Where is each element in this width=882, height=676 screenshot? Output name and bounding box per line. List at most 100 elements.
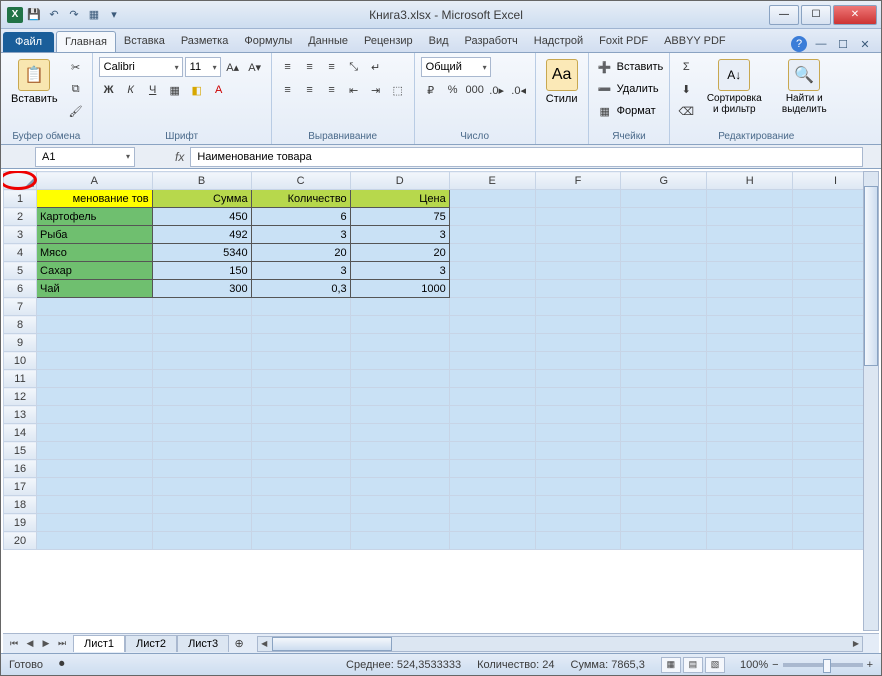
border-icon[interactable]: ▦ — [165, 80, 185, 100]
horizontal-scrollbar[interactable] — [257, 636, 863, 652]
cell-C17[interactable] — [251, 478, 350, 496]
col-header-H[interactable]: H — [707, 172, 793, 190]
select-all-corner[interactable] — [4, 172, 37, 190]
cell-C19[interactable] — [251, 514, 350, 532]
new-sheet-icon[interactable]: ⊕ — [229, 634, 249, 654]
row-header-19[interactable]: 19 — [4, 514, 37, 532]
name-box[interactable]: A1 — [35, 147, 135, 167]
col-header-F[interactable]: F — [535, 172, 621, 190]
cell-A7[interactable] — [37, 298, 153, 316]
cell-A20[interactable] — [37, 532, 153, 550]
wrap-text-icon[interactable]: ↵ — [366, 57, 386, 77]
row-header-5[interactable]: 5 — [4, 262, 37, 280]
zoom-slider[interactable] — [783, 663, 863, 667]
row-header-16[interactable]: 16 — [4, 460, 37, 478]
ribbon-tab-0[interactable]: Главная — [56, 31, 116, 52]
cell-F16[interactable] — [535, 460, 621, 478]
align-left-icon[interactable]: ≡ — [278, 80, 298, 100]
cell-E7[interactable] — [449, 298, 535, 316]
sheet-nav-1[interactable]: ◀ — [23, 638, 37, 649]
cell-C20[interactable] — [251, 532, 350, 550]
ribbon-tab-9[interactable]: Foxit PDF — [591, 31, 656, 52]
zoom-in-icon[interactable]: + — [867, 659, 873, 671]
row-header-12[interactable]: 12 — [4, 388, 37, 406]
cell-H11[interactable] — [707, 370, 793, 388]
row-header-7[interactable]: 7 — [4, 298, 37, 316]
ribbon-tab-7[interactable]: Разработч — [457, 31, 526, 52]
cell-F2[interactable] — [535, 208, 621, 226]
cell-F12[interactable] — [535, 388, 621, 406]
cell-B16[interactable] — [152, 460, 251, 478]
copy-icon[interactable]: ⧉ — [66, 79, 86, 99]
cell-B12[interactable] — [152, 388, 251, 406]
ribbon-minimize-icon[interactable]: — — [813, 36, 829, 52]
fill-icon[interactable]: ⬇ — [676, 79, 696, 99]
align-bottom-icon[interactable]: ≡ — [322, 57, 342, 77]
undo-icon[interactable]: ↶ — [45, 6, 63, 24]
sheet-tab-1[interactable]: Лист2 — [125, 635, 177, 652]
row-header-13[interactable]: 13 — [4, 406, 37, 424]
cell-H8[interactable] — [707, 316, 793, 334]
cell-E5[interactable] — [449, 262, 535, 280]
row-header-18[interactable]: 18 — [4, 496, 37, 514]
cut-icon[interactable]: ✂ — [66, 57, 86, 77]
cell-F11[interactable] — [535, 370, 621, 388]
worksheet-grid[interactable]: ABCDEFGHI1менование товСуммаКоличествоЦе… — [3, 171, 879, 631]
maximize-button[interactable]: ☐ — [801, 5, 831, 25]
autosum-icon[interactable]: Σ — [676, 57, 696, 77]
cell-E17[interactable] — [449, 478, 535, 496]
cell-B18[interactable] — [152, 496, 251, 514]
align-right-icon[interactable]: ≡ — [322, 80, 342, 100]
cell-A5[interactable]: Сахар — [37, 262, 153, 280]
ribbon-tab-3[interactable]: Формулы — [236, 31, 300, 52]
cell-E3[interactable] — [449, 226, 535, 244]
cell-G7[interactable] — [621, 298, 707, 316]
row-header-17[interactable]: 17 — [4, 478, 37, 496]
cell-C8[interactable] — [251, 316, 350, 334]
row-header-20[interactable]: 20 — [4, 532, 37, 550]
cell-H16[interactable] — [707, 460, 793, 478]
cell-B9[interactable] — [152, 334, 251, 352]
paste-button[interactable]: 📋 Вставить — [7, 57, 62, 107]
cell-H18[interactable] — [707, 496, 793, 514]
cell-H12[interactable] — [707, 388, 793, 406]
cell-B2[interactable]: 450 — [152, 208, 251, 226]
row-header-2[interactable]: 2 — [4, 208, 37, 226]
cell-G20[interactable] — [621, 532, 707, 550]
cell-C14[interactable] — [251, 424, 350, 442]
cell-A12[interactable] — [37, 388, 153, 406]
increase-indent-icon[interactable]: ⇥ — [366, 80, 386, 100]
cell-F7[interactable] — [535, 298, 621, 316]
cell-C9[interactable] — [251, 334, 350, 352]
font-name-combo[interactable]: Calibri — [99, 57, 183, 77]
row-header-10[interactable]: 10 — [4, 352, 37, 370]
cell-A9[interactable] — [37, 334, 153, 352]
cell-E19[interactable] — [449, 514, 535, 532]
find-select-button[interactable]: 🔍 Найти и выделить — [772, 57, 836, 117]
cell-D2[interactable]: 75 — [350, 208, 449, 226]
cell-E11[interactable] — [449, 370, 535, 388]
ribbon-tab-1[interactable]: Вставка — [116, 31, 173, 52]
format-cells-button[interactable]: ▦Формат — [595, 101, 656, 121]
cell-E14[interactable] — [449, 424, 535, 442]
cell-H10[interactable] — [707, 352, 793, 370]
cell-F15[interactable] — [535, 442, 621, 460]
cell-H1[interactable] — [707, 190, 793, 208]
sheet-nav-2[interactable]: ▶ — [39, 638, 53, 649]
cell-A17[interactable] — [37, 478, 153, 496]
cell-C5[interactable]: 3 — [251, 262, 350, 280]
delete-cells-button[interactable]: ➖Удалить — [595, 79, 659, 99]
cell-A15[interactable] — [37, 442, 153, 460]
cell-C11[interactable] — [251, 370, 350, 388]
sheet-tab-0[interactable]: Лист1 — [73, 635, 125, 652]
cell-B6[interactable]: 300 — [152, 280, 251, 298]
sheet-nav-3[interactable]: ⏭ — [55, 638, 69, 649]
row-header-6[interactable]: 6 — [4, 280, 37, 298]
cell-A16[interactable] — [37, 460, 153, 478]
cell-H20[interactable] — [707, 532, 793, 550]
row-header-8[interactable]: 8 — [4, 316, 37, 334]
row-header-11[interactable]: 11 — [4, 370, 37, 388]
cell-F18[interactable] — [535, 496, 621, 514]
cell-B3[interactable]: 492 — [152, 226, 251, 244]
cell-G1[interactable] — [621, 190, 707, 208]
